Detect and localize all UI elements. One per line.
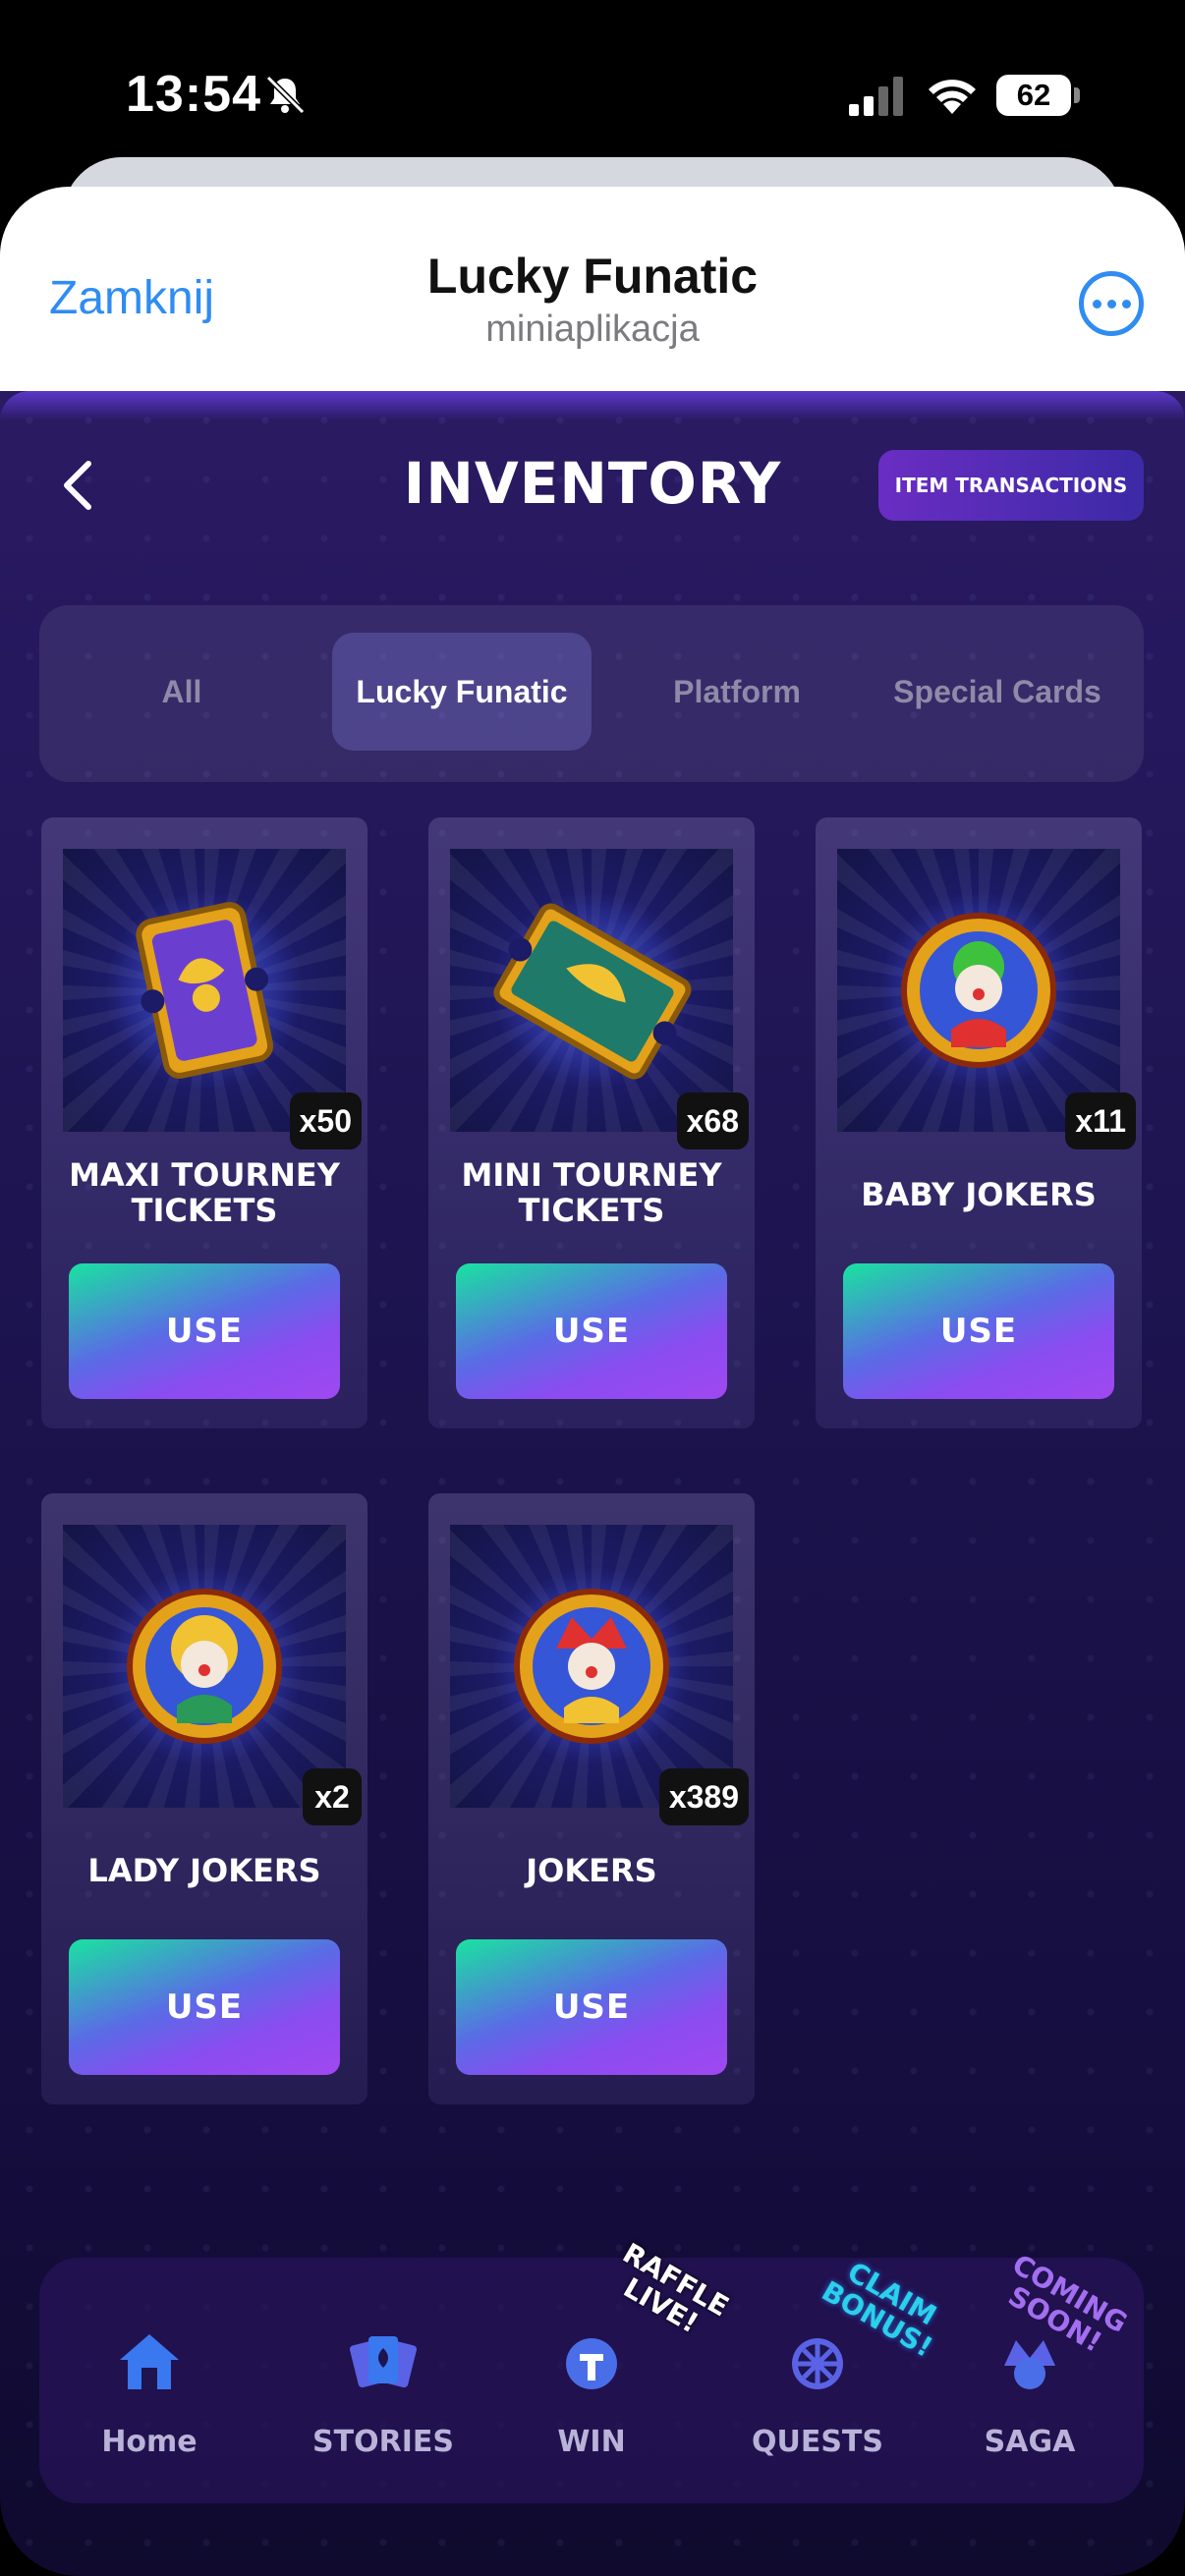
category-tabs: All Lucky Funatic Platform Special Cards [39,605,1144,782]
more-dot-icon [1121,299,1131,308]
bottom-navigation: Home STORIES WIN QUESTS SAGA RAFFLE LIVE… [39,2237,1144,2503]
battery-indicator: 62 [996,75,1081,116]
nav-item-win[interactable]: WIN [503,2307,680,2464]
quantity-badge: x68 [676,1092,749,1149]
inventory-card: x50 MAXI TOURNEY TICKETS USE [41,817,367,1428]
tab-lucky-funatic[interactable]: Lucky Funatic [332,633,592,751]
mini-ticket-icon [493,903,692,1080]
more-dot-icon [1106,299,1116,308]
status-time: 13:54 [126,66,261,123]
inventory-card: x68 MINI TOURNEY TICKETS USE [428,817,755,1428]
item-name: JOKERS [526,1852,657,1889]
quantity-badge: x11 [1065,1092,1136,1149]
item-name: BABY JOKERS [861,1176,1097,1213]
inventory-screen: INVENTORY ITEM TRANSACTIONS All Lucky Fu… [0,391,1185,2576]
wifi-icon [929,80,976,114]
quantity-badge: x2 [303,1768,362,1825]
nav-label: QUESTS [751,2425,884,2459]
more-dot-icon [1092,299,1101,308]
item-name: MINI TOURNEY TICKETS [461,1156,722,1229]
nav-label: Home [101,2425,198,2459]
mini-app-header: Zamknij Lucky Funatic miniaplikacja [0,187,1185,393]
quantity-badge: x50 [289,1092,362,1149]
item-name: LADY JOKERS [87,1852,321,1889]
maxi-ticket-icon [136,902,274,1079]
signal-icon [849,77,903,116]
inventory-card: x389 JOKERS USE [428,1493,755,2104]
nav-item-home[interactable]: Home [61,2307,238,2464]
tab-platform[interactable]: Platform [629,633,845,751]
use-button[interactable]: USE [456,1263,727,1399]
app-subtitle: miniaplikacja [485,308,700,350]
tab-all[interactable]: All [79,633,285,751]
tab-special-cards[interactable]: Special Cards [865,633,1130,751]
app-title: Lucky Funatic [426,249,759,304]
item-image [450,1525,733,1808]
wheel-icon [792,2338,843,2389]
item-image [63,1525,346,1808]
item-image [63,849,346,1132]
use-button[interactable]: USE [69,1263,340,1399]
use-button[interactable]: USE [456,1939,727,2075]
lady-joker-icon [127,1589,282,1744]
nav-label: WIN [557,2425,626,2459]
bell-muted-icon [265,75,306,115]
nav-label: STORIES [312,2425,454,2459]
home-icon [120,2334,179,2389]
cards-icon [349,2336,418,2388]
battery-level: 62 [996,75,1071,116]
item-image [450,849,733,1132]
joker-icon [514,1589,669,1744]
inventory-card: x2 LADY JOKERS USE [41,1493,367,2104]
nav-label: SAGA [984,2425,1076,2459]
ticket-coin-icon [566,2338,617,2389]
use-button[interactable]: USE [843,1263,1114,1399]
nav-item-stories[interactable]: STORIES [295,2307,472,2464]
use-button[interactable]: USE [69,1939,340,2075]
battery-tip [1074,87,1080,103]
quantity-badge: x389 [658,1768,749,1825]
baby-joker-icon [901,913,1056,1068]
item-image [837,849,1120,1132]
inventory-card: x11 BABY JOKERS USE [816,817,1142,1428]
item-transactions-button[interactable]: ITEM TRANSACTIONS [878,450,1144,521]
status-bar: 13:54 62 [0,0,1185,167]
item-name: MAXI TOURNEY TICKETS [69,1156,340,1229]
more-options-button[interactable] [1079,271,1144,336]
